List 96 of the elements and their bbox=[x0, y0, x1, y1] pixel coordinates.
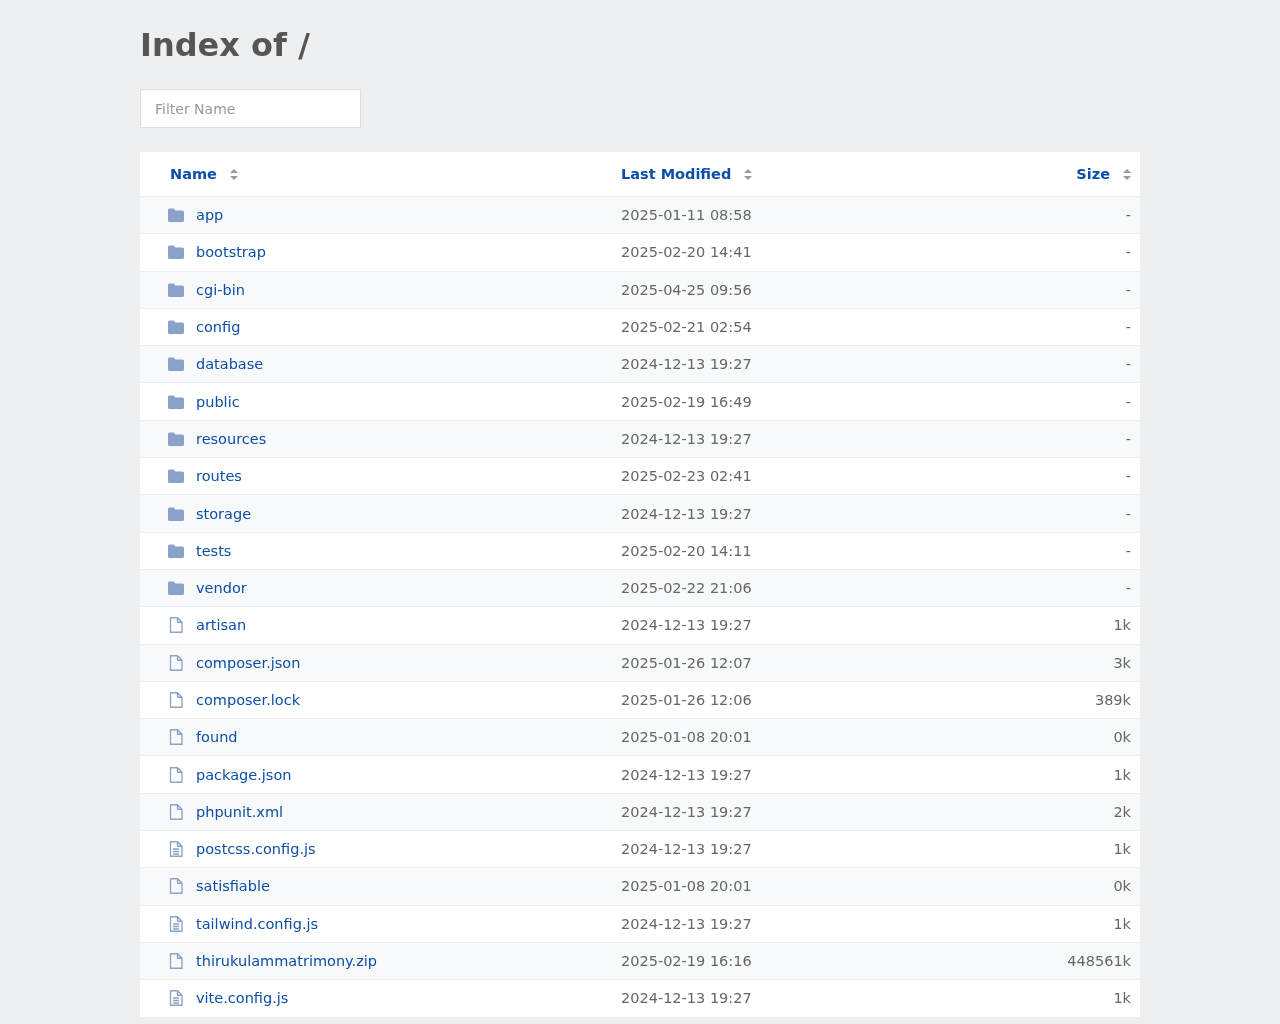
modified-date: 2025-02-21 02:54 bbox=[621, 319, 752, 336]
file-link[interactable]: database bbox=[196, 356, 264, 373]
file-link[interactable]: public bbox=[196, 393, 240, 410]
file-link[interactable]: vendor bbox=[196, 580, 247, 597]
modified-date: 2025-04-25 09:56 bbox=[621, 281, 752, 298]
file-link[interactable]: package.json bbox=[196, 766, 292, 783]
modified-date: 2024-12-13 19:27 bbox=[621, 617, 752, 634]
modified-date: 2024-12-13 19:27 bbox=[621, 430, 752, 447]
file-icon bbox=[168, 953, 184, 970]
column-sort-link[interactable]: Last Modified bbox=[591, 166, 1041, 182]
file-link[interactable]: resources bbox=[196, 430, 267, 447]
file-size: 1k bbox=[1113, 990, 1131, 1007]
file-link[interactable]: storage bbox=[196, 505, 252, 522]
file-size: 2k bbox=[1113, 803, 1131, 820]
file-link[interactable]: config bbox=[196, 319, 241, 336]
sort-icon bbox=[744, 168, 753, 180]
modified-date: 2024-12-13 19:27 bbox=[621, 990, 752, 1007]
sort-icon bbox=[1123, 168, 1131, 180]
file-link[interactable]: artisan bbox=[196, 617, 247, 634]
file-size: - bbox=[1125, 356, 1131, 373]
file-size: - bbox=[1125, 542, 1131, 559]
modified-date: 2025-02-19 16:16 bbox=[621, 953, 752, 970]
column-sort-link[interactable]: Size bbox=[1041, 166, 1140, 182]
folder-icon bbox=[168, 357, 184, 372]
modified-date: 2025-01-26 12:07 bbox=[621, 654, 752, 671]
modified-date: 2024-12-13 19:27 bbox=[621, 915, 752, 932]
file-link[interactable]: cgi-bin bbox=[196, 281, 245, 298]
file-link[interactable]: thirukulammatrimony.zip bbox=[196, 953, 378, 970]
modified-date: 2025-01-08 20:01 bbox=[621, 729, 752, 746]
folder-icon bbox=[168, 581, 184, 596]
file-size: - bbox=[1125, 580, 1131, 597]
file-link[interactable]: found bbox=[196, 729, 238, 746]
file-size: - bbox=[1125, 281, 1131, 298]
file-icon bbox=[168, 692, 184, 708]
file-link[interactable]: vite.config.js bbox=[196, 990, 289, 1007]
file-size: - bbox=[1125, 393, 1131, 410]
file-icon bbox=[168, 654, 184, 671]
file-icon bbox=[168, 729, 184, 746]
sort-icon bbox=[229, 168, 238, 180]
modified-date: 2025-01-11 08:58 bbox=[621, 207, 752, 224]
file-link[interactable]: app bbox=[196, 207, 224, 224]
file-icon bbox=[168, 803, 184, 820]
modified-date: 2025-02-19 16:49 bbox=[621, 393, 752, 410]
modified-date: 2024-12-13 19:27 bbox=[621, 803, 752, 820]
folder-icon bbox=[168, 282, 184, 297]
file-size: - bbox=[1125, 207, 1131, 224]
file-link[interactable]: postcss.config.js bbox=[196, 841, 316, 858]
modified-date: 2024-12-13 19:27 bbox=[621, 766, 752, 783]
file-size: 1k bbox=[1113, 617, 1131, 634]
file-size: 1k bbox=[1113, 915, 1131, 932]
file-size: - bbox=[1125, 468, 1131, 485]
modified-date: 2024-12-13 19:27 bbox=[621, 505, 752, 522]
text-file-icon bbox=[168, 915, 184, 932]
file-link[interactable]: bootstrap bbox=[196, 244, 266, 261]
file-icon bbox=[168, 878, 184, 895]
folder-icon bbox=[168, 431, 184, 446]
file-size: - bbox=[1125, 244, 1131, 261]
file-size: 3k bbox=[1113, 654, 1131, 671]
modified-date: 2025-02-20 14:41 bbox=[621, 244, 752, 261]
file-size: 0k bbox=[1113, 878, 1131, 895]
file-size: 389k bbox=[1094, 692, 1131, 708]
column-sort-link[interactable]: Name bbox=[140, 166, 591, 182]
text-file-icon bbox=[168, 990, 184, 1007]
file-size: 1k bbox=[1113, 766, 1131, 783]
file-link[interactable]: phpunit.xml bbox=[196, 803, 284, 820]
file-size: 1k bbox=[1113, 841, 1131, 858]
folder-icon bbox=[168, 320, 184, 335]
file-link[interactable]: routes bbox=[196, 468, 242, 485]
modified-date: 2025-02-23 02:41 bbox=[621, 468, 752, 485]
modified-date: 2025-01-26 12:06 bbox=[621, 692, 752, 708]
modified-date: 2025-02-22 21:06 bbox=[621, 580, 752, 597]
file-link[interactable]: tests bbox=[196, 542, 232, 559]
modified-date: 2024-12-13 19:27 bbox=[621, 841, 752, 858]
folder-icon bbox=[168, 394, 184, 409]
file-size: - bbox=[1125, 505, 1131, 522]
modified-date: 2024-12-13 19:27 bbox=[621, 356, 752, 373]
modified-date: 2025-02-20 14:11 bbox=[621, 542, 752, 559]
filter-field[interactable]: Filter Name bbox=[140, 89, 361, 128]
file-size: - bbox=[1125, 430, 1131, 447]
folder-icon bbox=[168, 469, 184, 484]
file-size: 448561k bbox=[1067, 953, 1131, 970]
folder-icon bbox=[168, 208, 184, 223]
folder-icon bbox=[168, 245, 184, 260]
modified-date: 2025-01-08 20:01 bbox=[621, 878, 752, 895]
file-link[interactable]: composer.lock bbox=[196, 692, 301, 708]
file-icon bbox=[168, 766, 184, 783]
file-link[interactable]: composer.json bbox=[196, 654, 301, 671]
file-icon bbox=[168, 617, 184, 634]
folder-icon bbox=[168, 506, 184, 521]
file-size: 0k bbox=[1113, 729, 1131, 746]
folder-icon bbox=[168, 543, 184, 558]
file-link[interactable]: tailwind.config.js bbox=[196, 915, 319, 932]
text-file-icon bbox=[168, 841, 184, 858]
page-title: Index of / bbox=[140, 25, 311, 66]
file-size: - bbox=[1125, 319, 1131, 336]
file-link[interactable]: satisfiable bbox=[196, 878, 270, 895]
